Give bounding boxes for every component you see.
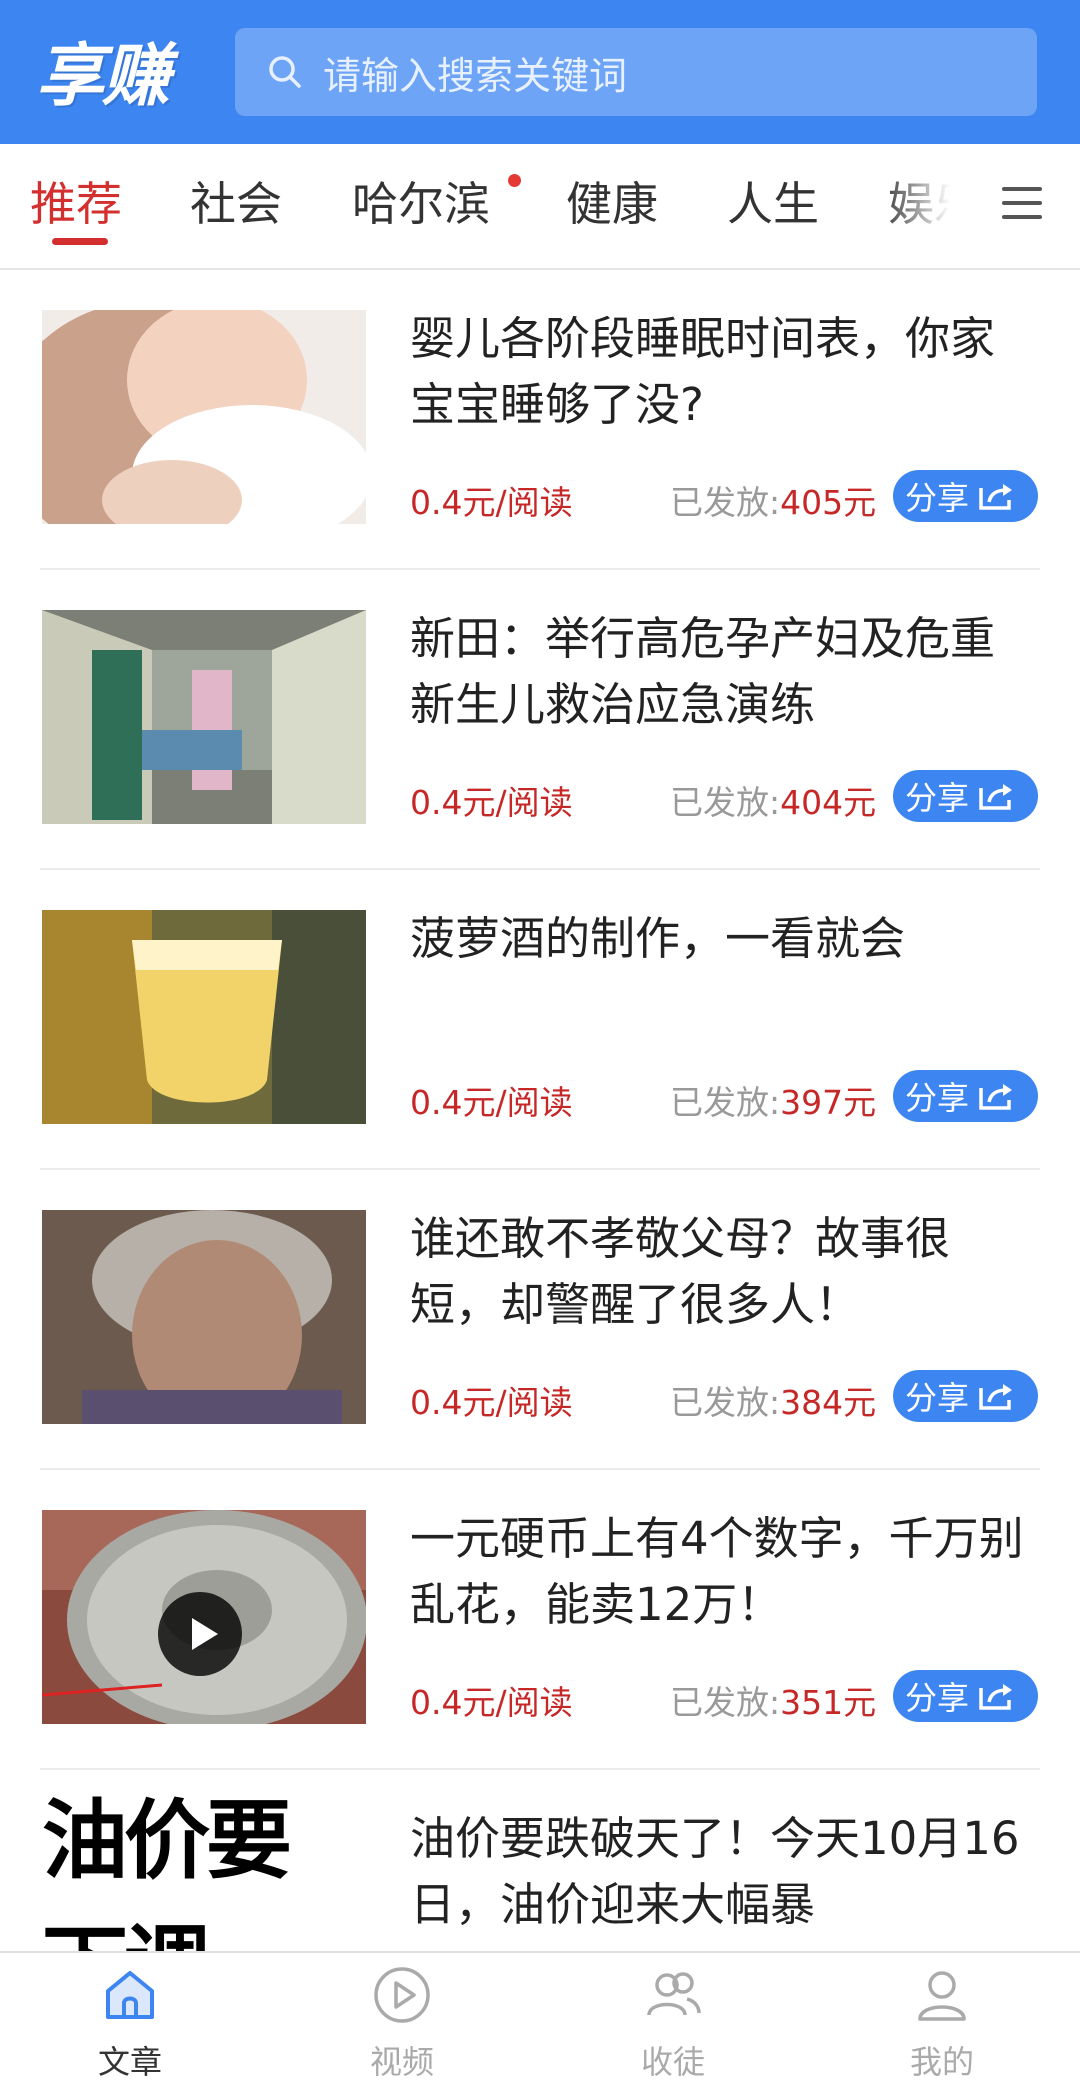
nav-profile[interactable]: 我的 <box>872 1963 1012 2093</box>
read-price: 0.4元/阅读 <box>410 1383 573 1422</box>
menu-icon[interactable] <box>1000 183 1044 223</box>
article-item[interactable]: 谁还敢不孝敬父母？故事很短，却警醒了很多人！ 0.4元/阅读 已发放:384元 … <box>0 1170 1080 1470</box>
article-item[interactable]: 菠萝酒的制作，一看就会 0.4元/阅读 已发放:397元 分享 <box>0 870 1080 1170</box>
read-price: 0.4元/阅读 <box>410 1083 573 1122</box>
paid-amount: 已发放:384元 <box>670 1383 877 1422</box>
search-bar[interactable]: 请输入搜索关键词 <box>235 28 1037 116</box>
article-title[interactable]: 新田：举行高危孕产妇及危重新生儿救治应急演练 <box>410 606 1038 738</box>
read-price: 0.4元/阅读 <box>410 1683 573 1722</box>
article-thumbnail-text: 油价要下调 <box>42 1791 292 1951</box>
article-thumbnail <box>42 910 366 1124</box>
play-icon[interactable] <box>158 1592 242 1676</box>
home-icon <box>106 1971 154 2019</box>
tab-recommend[interactable]: 推荐 <box>30 172 122 236</box>
share-button[interactable]: 分享 <box>893 1670 1038 1722</box>
article-title[interactable]: 一元硬币上有4个数字，千万别乱花，能卖12万！ <box>410 1506 1038 1638</box>
active-tab-indicator <box>52 238 108 245</box>
article-thumbnail <box>42 1210 366 1424</box>
share-icon <box>979 1684 1013 1710</box>
share-button[interactable]: 分享 <box>893 770 1038 822</box>
read-price: 0.4元/阅读 <box>410 483 573 522</box>
article-item[interactable]: 婴儿各阶段睡眠时间表，你家宝宝睡够了没? 0.4元/阅读 已发放:405元 分享 <box>0 270 1080 570</box>
share-icon <box>979 1084 1013 1110</box>
article-item[interactable]: 油价要下调 油价要跌破天了！今天10月16日，油价迎来大幅暴 <box>0 1770 1080 1951</box>
paid-amount: 已发放:404元 <box>670 783 877 822</box>
share-icon <box>979 1384 1013 1410</box>
paid-amount: 已发放:397元 <box>670 1083 877 1122</box>
article-thumbnail <box>42 310 366 524</box>
share-button[interactable]: 分享 <box>893 1370 1038 1422</box>
share-button[interactable]: 分享 <box>893 470 1038 522</box>
app-header: 享赚 请输入搜索关键词 <box>0 0 1080 144</box>
article-title[interactable]: 菠萝酒的制作，一看就会 <box>410 906 1038 972</box>
tab-society[interactable]: 社会 <box>190 172 282 236</box>
article-thumbnail <box>42 610 366 824</box>
tabs-fade-overlay <box>880 144 980 266</box>
tab-harbin[interactable]: 哈尔滨 <box>352 172 490 236</box>
article-title[interactable]: 婴儿各阶段睡眠时间表，你家宝宝睡够了没? <box>410 306 1038 438</box>
play-circle-icon <box>374 1967 430 2023</box>
nav-apprentice[interactable]: 收徒 <box>603 1963 743 2093</box>
share-button[interactable]: 分享 <box>893 1070 1038 1122</box>
paid-amount: 已发放:351元 <box>670 1683 877 1722</box>
article-title[interactable]: 油价要跌破天了！今天10月16日，油价迎来大幅暴 <box>410 1806 1038 1938</box>
search-placeholder: 请输入搜索关键词 <box>323 53 628 98</box>
new-dot-badge <box>508 174 521 187</box>
tab-life[interactable]: 人生 <box>727 172 819 236</box>
nav-articles[interactable]: 文章 <box>60 1963 200 2093</box>
read-price: 0.4元/阅读 <box>410 783 573 822</box>
article-title[interactable]: 谁还敢不孝敬父母？故事很短，却警醒了很多人！ <box>410 1206 1038 1338</box>
search-icon <box>269 56 301 88</box>
user-icon <box>918 1971 966 2021</box>
share-icon <box>979 784 1013 810</box>
app-logo: 享赚 <box>36 37 170 116</box>
paid-amount: 已发放:405元 <box>670 483 877 522</box>
users-icon <box>647 1972 701 2016</box>
nav-videos[interactable]: 视频 <box>332 1963 472 2093</box>
share-icon <box>979 484 1013 510</box>
article-item[interactable]: 新田：举行高危孕产妇及危重新生儿救治应急演练 0.4元/阅读 已发放:404元 … <box>0 570 1080 870</box>
tab-health[interactable]: 健康 <box>566 172 658 236</box>
bottom-nav: 文章 视频 收徒 我的 <box>0 1951 1080 2093</box>
